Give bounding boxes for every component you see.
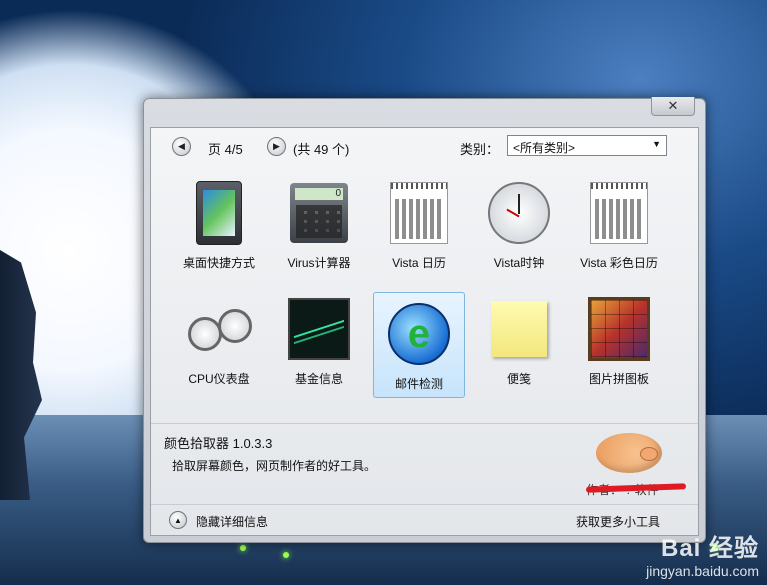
chevron-down-icon: ▼ bbox=[652, 139, 661, 149]
gallery-footer: ▲ 隐藏详细信息 获取更多小工具 bbox=[151, 504, 698, 535]
firefly-glow bbox=[283, 552, 289, 558]
hide-details-button[interactable]: ▲ bbox=[169, 511, 187, 529]
category-label: 类别： bbox=[460, 142, 500, 157]
watermark-logo: Bai 经验 bbox=[660, 535, 759, 562]
picture-puzzle-icon bbox=[588, 296, 650, 362]
details-title: 颜色拾取器 1.0.3.3 bbox=[164, 436, 273, 451]
desktop-shortcut-icon bbox=[188, 180, 250, 246]
color-calendar-icon bbox=[588, 180, 650, 246]
total-count: (共 49 个) bbox=[293, 142, 350, 157]
close-button[interactable]: ✕ bbox=[651, 97, 695, 116]
gallery-toolbar: ◀ 页 4/5 ▶ (共 49 个) 类别： <所有类别> ▼ bbox=[151, 128, 698, 162]
gadget-tile-vista-calendar[interactable]: Vista 日历 bbox=[373, 172, 465, 278]
gadget-tile-cpu-gauge[interactable]: CPU仪表盘 bbox=[173, 288, 265, 394]
gadget-label: Vista 彩色日历 bbox=[580, 256, 658, 270]
section-divider bbox=[151, 423, 698, 424]
next-page-button[interactable]: ▶ bbox=[267, 137, 286, 156]
arrow-left-icon: ◀ bbox=[178, 141, 185, 151]
gadget-label: 基金信息 bbox=[294, 372, 343, 386]
gadget-tile-mail-check[interactable]: e 邮件检测 bbox=[373, 292, 465, 398]
gadget-label: 便笺 bbox=[506, 372, 531, 386]
gadget-tile-desktop-shortcut[interactable]: 桌面快捷方式 bbox=[173, 172, 265, 278]
gadget-label: 邮件检测 bbox=[394, 377, 443, 391]
gadget-tile-color-calendar[interactable]: Vista 彩色日历 bbox=[573, 172, 665, 278]
gadget-label: CPU仪表盘 bbox=[188, 372, 250, 386]
gadget-label: Virus计算器 bbox=[287, 256, 351, 270]
gadget-tile-fund-info[interactable]: 基金信息 bbox=[273, 288, 365, 394]
gallery-panel: ◀ 页 4/5 ▶ (共 49 个) 类别： <所有类别> ▼ 桌面快捷方式 V… bbox=[150, 127, 699, 536]
details-description: 拾取屏幕颜色，网页制作者的好工具。 bbox=[172, 459, 377, 473]
chevron-up-icon: ▲ bbox=[174, 515, 182, 525]
stock-chart-icon bbox=[288, 296, 350, 362]
gadget-details: 颜色拾取器 1.0.3.3 拾取屏幕颜色，网页制作者的好工具。 作者：*.*软件 bbox=[164, 433, 698, 513]
category-dropdown[interactable]: <所有类别> ▼ bbox=[507, 135, 667, 156]
previous-page-button[interactable]: ◀ bbox=[172, 137, 191, 156]
mail-check-icon: e bbox=[388, 301, 450, 367]
firefly-glow bbox=[240, 545, 246, 551]
calculator-icon bbox=[288, 180, 350, 246]
arrow-right-icon: ▶ bbox=[273, 141, 280, 151]
gadget-label: 图片拼图板 bbox=[588, 372, 649, 386]
hide-details-label[interactable]: 隐藏详细信息 bbox=[196, 513, 268, 530]
watermark-url: jingyan.baidu.com bbox=[646, 563, 759, 579]
gadget-tile-vista-clock[interactable]: Vista时钟 bbox=[473, 172, 565, 278]
cpu-gauge-icon bbox=[188, 296, 252, 362]
pig-icon bbox=[596, 433, 662, 473]
category-selected-value: <所有类别> bbox=[513, 141, 576, 155]
gadget-tile-calculator[interactable]: Virus计算器 bbox=[273, 172, 365, 278]
clock-icon bbox=[488, 180, 550, 246]
calendar-icon bbox=[388, 180, 450, 246]
gadget-grid: 桌面快捷方式 Virus计算器 Vista 日历 Vista时钟 Vista 彩… bbox=[151, 172, 698, 399]
gadget-tile-picture-puzzle[interactable]: 图片拼图板 bbox=[573, 288, 665, 394]
gadget-label: Vista 日历 bbox=[392, 256, 446, 270]
gadget-gallery-window: ✕ ◀ 页 4/5 ▶ (共 49 个) 类别： <所有类别> ▼ 桌面快捷方式 bbox=[143, 97, 706, 543]
gadget-label: Vista时钟 bbox=[493, 256, 545, 270]
gadget-label: 桌面快捷方式 bbox=[182, 256, 255, 270]
gadget-tile-sticky-note[interactable]: 便笺 bbox=[473, 288, 565, 394]
page-indicator: 页 4/5 bbox=[208, 142, 243, 157]
baidu-jingyan-watermark: Bai 经验 jingyan.baidu.com bbox=[646, 528, 759, 579]
sticky-note-icon bbox=[488, 296, 550, 362]
